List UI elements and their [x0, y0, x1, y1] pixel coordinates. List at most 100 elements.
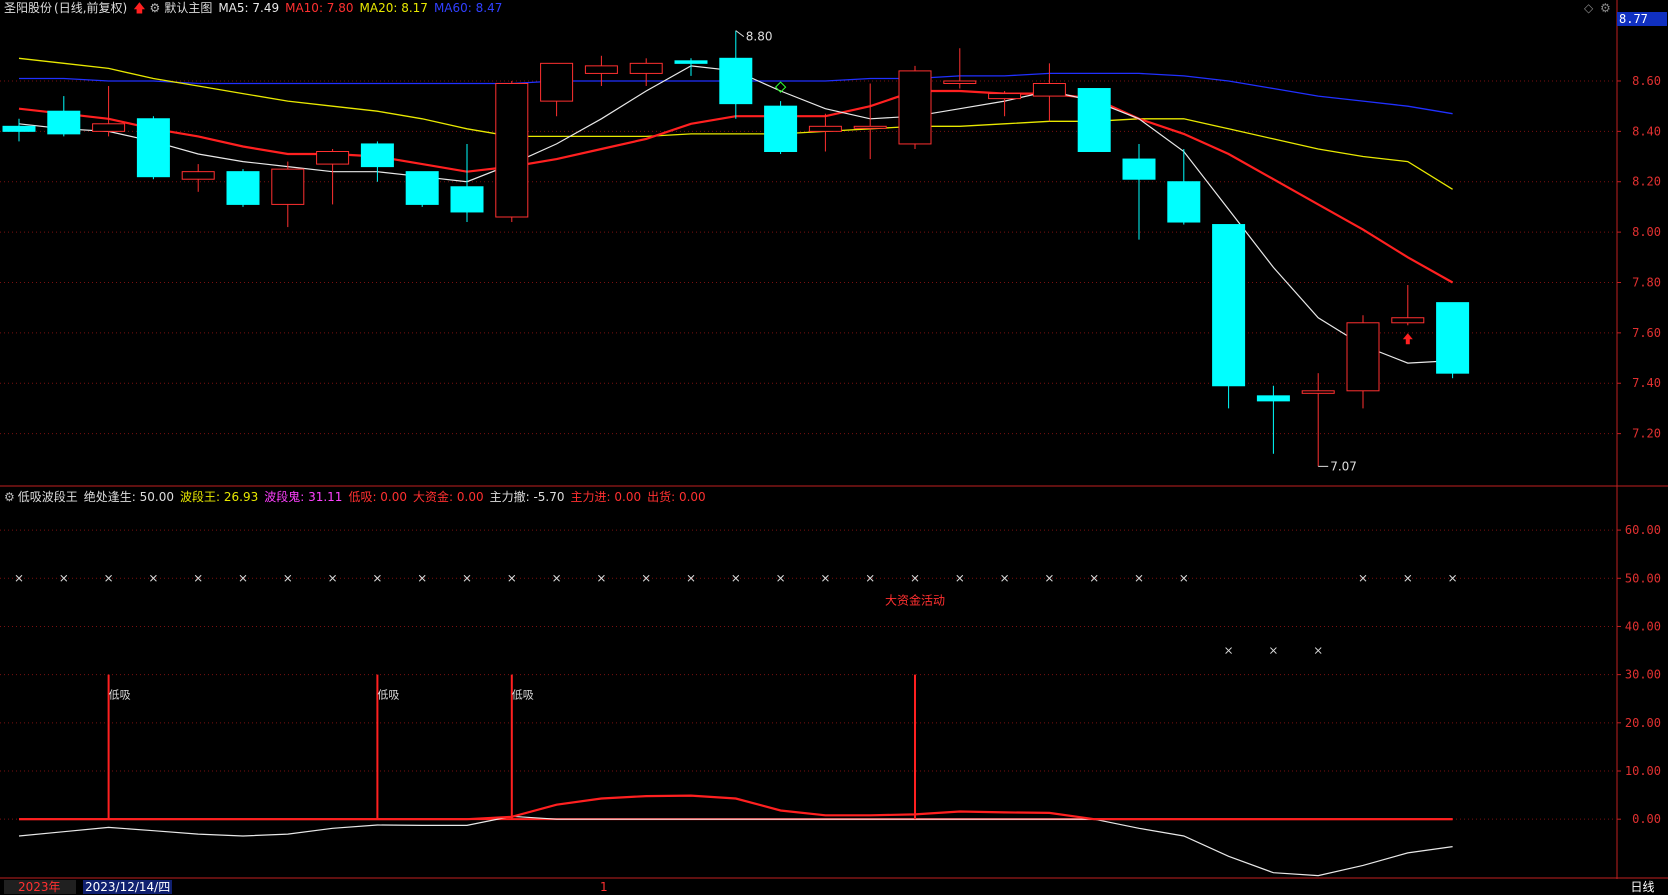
- candle-body-down: [47, 110, 81, 135]
- gear-icon[interactable]: ⚙: [1600, 1, 1611, 15]
- candle-body-up: [92, 123, 126, 132]
- x-marker: [284, 574, 292, 582]
- x-marker: [1046, 574, 1053, 582]
- buy-arrow-icon: [1402, 333, 1413, 345]
- bdw-value: 波段王: 26.93: [180, 490, 259, 504]
- ma5-value: MA5: 7.49: [218, 1, 280, 15]
- price-tick-label: 7.40: [1632, 376, 1661, 390]
- dixi-value: 低吸: 0.00: [348, 490, 408, 504]
- candle-body-up: [1032, 82, 1066, 97]
- bottom-bar: 2023年 2023/12/14/四 1 日线: [0, 879, 1668, 895]
- candle-body-down: [450, 186, 484, 213]
- indicator-tick-label: 30.00: [1625, 668, 1661, 682]
- ma10-value: MA10: 7.80: [285, 1, 354, 15]
- indicator-tick-label: 20.00: [1625, 716, 1661, 730]
- high-price-label: 8.80: [746, 30, 773, 44]
- candle-body-up: [943, 80, 977, 84]
- x-marker: [374, 574, 381, 582]
- candle-body-down: [1122, 158, 1156, 180]
- candle-body-up: [316, 151, 350, 165]
- period-button[interactable]: 日线: [1617, 879, 1668, 895]
- indicator-tick-label: 0.00: [1632, 812, 1661, 826]
- price-tick-label: 8.60: [1632, 74, 1661, 88]
- price-tick-label: 7.80: [1632, 275, 1661, 289]
- year-label: 2023年: [4, 880, 76, 894]
- candle-body-down: [1167, 181, 1201, 223]
- ma60-value: MA60: 8.47: [433, 1, 503, 15]
- price-tick-label: 8.40: [1632, 124, 1661, 138]
- x-marker: [1180, 574, 1188, 582]
- diamond-icon[interactable]: ◇: [1584, 1, 1593, 15]
- dixi-label: 低吸: [377, 689, 399, 702]
- indicator-name[interactable]: 低吸波段王: [18, 490, 78, 504]
- candle-body-up: [898, 70, 932, 145]
- candle-body-down: [1436, 302, 1470, 374]
- x-marker: [598, 574, 605, 582]
- candle-body-up: [853, 125, 887, 129]
- candle-body-up: [808, 125, 842, 132]
- indicator-header: ⚙ 低吸波段王 绝处逢生: 50.00 波段王: 26.93 波段鬼: 31.11 低吸:…: [4, 490, 712, 504]
- candle-body-up: [988, 93, 1022, 100]
- indicator-tick-label: 40.00: [1625, 619, 1661, 633]
- x-marker: [1404, 574, 1412, 582]
- candle-body-up: [584, 65, 618, 74]
- candle-body-up: [629, 62, 663, 74]
- zlj-value: 主力进: 0.00: [570, 490, 642, 504]
- indicator-tick-label: 60.00: [1625, 523, 1661, 537]
- candle-body-down: [226, 171, 260, 205]
- high-pointer: [735, 30, 745, 37]
- x-marker: [732, 574, 740, 582]
- indicator-tick-label: 10.00: [1625, 764, 1661, 778]
- candle-body-up: [271, 168, 305, 205]
- price-tick-label: 8.00: [1632, 225, 1661, 239]
- candle-body-up: [540, 62, 574, 102]
- candle-body-down: [719, 57, 753, 105]
- zlc-value: 主力撤: -5.70: [489, 490, 565, 504]
- ch-value: 出货: 0.00: [647, 490, 706, 504]
- x-marker: [553, 574, 560, 582]
- x-marker: [105, 574, 112, 582]
- candle-body-up: [1391, 317, 1425, 324]
- candle-body-down: [1077, 88, 1111, 153]
- x-marker: [956, 574, 964, 582]
- x-marker: [1314, 647, 1322, 654]
- corner-price: 8.77: [1617, 12, 1667, 26]
- candle-body-down: [360, 143, 394, 168]
- price-tick-label: 8.20: [1632, 175, 1661, 189]
- x-marker: [1270, 647, 1277, 654]
- price-tick-label: 7.60: [1632, 326, 1661, 340]
- x-marker: [822, 574, 829, 582]
- indicator-tick-label: 50.00: [1625, 571, 1661, 585]
- jue-value: 绝处逢生: 50.00: [83, 490, 174, 504]
- dzj-value: 大资金: 0.00: [413, 490, 484, 504]
- candle-body-down: [2, 125, 36, 132]
- candle-body-down: [136, 118, 170, 178]
- stock-name[interactable]: 圣阳股份: [4, 1, 52, 15]
- x-marker: [1225, 647, 1232, 654]
- bdg-value: 波段鬼: 31.11: [264, 490, 343, 504]
- candle-body-down: [674, 60, 708, 64]
- x-marker: [60, 574, 68, 582]
- settings-gear-icon[interactable]: ⚙: [150, 1, 161, 15]
- x-marker: [329, 574, 336, 582]
- price-tick-label: 7.20: [1632, 427, 1661, 441]
- candle-body-down: [1212, 224, 1246, 387]
- time-marker: 1: [600, 880, 608, 894]
- up-arrow-icon: 🡅: [133, 1, 146, 15]
- big-money-label: 大资金活动: [885, 592, 945, 607]
- dixi-label: 低吸: [109, 689, 131, 702]
- x-marker: [1449, 574, 1456, 582]
- main-chart-name[interactable]: 默认主图: [164, 1, 212, 15]
- settings-gear-icon[interactable]: ⚙: [4, 490, 15, 504]
- indicator-white-line: [18, 815, 1453, 877]
- candle-body-down: [1256, 395, 1290, 402]
- candle-body-up: [181, 171, 215, 180]
- candle-body-down: [405, 171, 439, 205]
- candle-body-down: [764, 105, 798, 153]
- ma20-value: MA20: 8.17: [359, 1, 428, 15]
- candle-body-up: [1301, 390, 1335, 394]
- chart-canvas: 8.60 8.40 8.20 8.00 7.80 7.60 7.40 7.20 60.00 50.…: [0, 0, 1668, 879]
- candle-body-up: [495, 82, 529, 218]
- x-marker: [1001, 574, 1008, 582]
- date-label: 2023/12/14/四: [83, 880, 173, 894]
